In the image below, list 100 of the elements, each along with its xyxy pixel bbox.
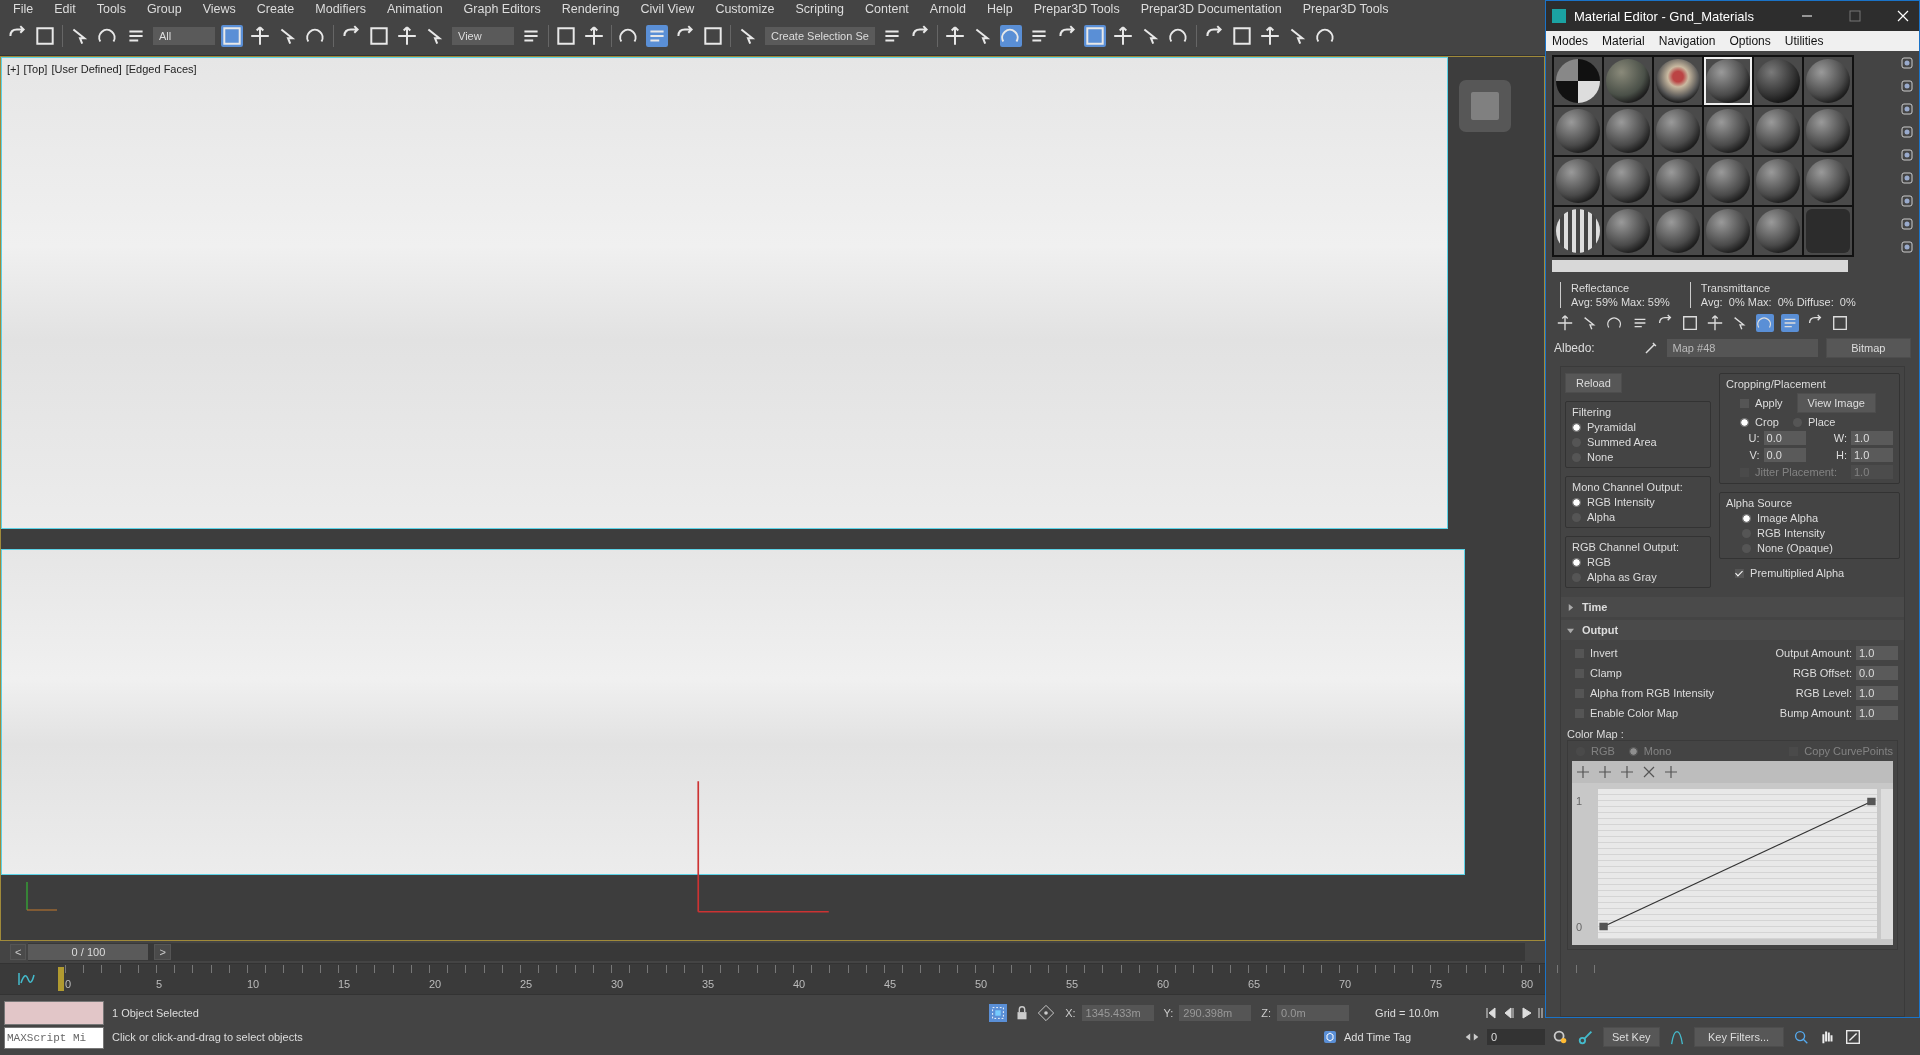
- menu-item[interactable]: Customize: [708, 1, 789, 16]
- radio-option[interactable]: Alpha: [1572, 511, 1705, 523]
- menu-item[interactable]: Material: [1602, 34, 1645, 48]
- listener-output-field[interactable]: [4, 1001, 104, 1025]
- menu-item[interactable]: Animation: [380, 1, 457, 16]
- tool-icon[interactable]: [646, 25, 668, 47]
- radio-option[interactable]: RGB: [1572, 556, 1705, 568]
- tool-icon[interactable]: [1258, 25, 1281, 47]
- sample-option-icon[interactable]: [1899, 124, 1915, 140]
- menu-item[interactable]: Tools: [89, 1, 140, 16]
- sample-option-icon[interactable]: [1899, 239, 1915, 255]
- map-type-button[interactable]: Bitmap: [1825, 338, 1911, 358]
- menu-item[interactable]: Views: [195, 1, 250, 16]
- next-frame-button[interactable]: >: [154, 944, 171, 960]
- sample-option-icon[interactable]: [1899, 193, 1915, 209]
- menu-item[interactable]: Prepar3D Documentation: [1133, 1, 1296, 16]
- spinner-field[interactable]: 1.0: [1851, 448, 1893, 462]
- tool-icon[interactable]: [1230, 25, 1253, 47]
- menu-item[interactable]: Modes: [1552, 34, 1589, 48]
- time-slider-track[interactable]: 0 / 100 >: [28, 943, 1525, 961]
- menu-item[interactable]: Arnold: [922, 1, 980, 16]
- menu-item[interactable]: File: [6, 1, 48, 16]
- material-slot[interactable]: [1654, 57, 1702, 105]
- radio-option[interactable]: Summed Area: [1572, 436, 1705, 448]
- menu-item[interactable]: Prepar3D Tools: [1026, 1, 1134, 16]
- tool-icon[interactable]: [999, 25, 1022, 47]
- maxscript-field[interactable]: MAXScript Mi: [4, 1027, 104, 1049]
- material-slot[interactable]: [1554, 207, 1602, 255]
- tool-icon[interactable]: [34, 25, 56, 47]
- radio-option[interactable]: RGB Intensity: [1726, 527, 1893, 539]
- sample-option-icon[interactable]: [1899, 78, 1915, 94]
- maximize-viewport-icon[interactable]: [1843, 1027, 1862, 1046]
- spinner-field[interactable]: 1.0: [1856, 646, 1898, 660]
- viewport-label[interactable]: [User Defined]: [51, 63, 122, 75]
- radio-option[interactable]: RGB Intensity: [1572, 496, 1705, 508]
- radio-option[interactable]: Pyramidal: [1572, 421, 1705, 433]
- rollout-header[interactable]: Output: [1561, 620, 1904, 640]
- menu-item[interactable]: Navigation: [1658, 34, 1716, 48]
- premultiplied-checkbox[interactable]: Premultiplied Alpha: [1719, 567, 1900, 579]
- spinner-field[interactable]: 1.0: [1856, 706, 1898, 720]
- viewport-label[interactable]: [+]: [7, 63, 20, 75]
- toolbar-dropdown[interactable]: View: [452, 27, 514, 45]
- rollout-header[interactable]: Time: [1561, 597, 1904, 617]
- apply-checkbox[interactable]: Apply: [1740, 397, 1783, 409]
- reload-button[interactable]: Reload: [1565, 373, 1622, 393]
- current-frame-marker[interactable]: [58, 967, 64, 991]
- tool-icon[interactable]: [1111, 25, 1134, 47]
- material-tool-icon[interactable]: [1556, 314, 1574, 332]
- radio-option[interactable]: Crop: [1740, 416, 1779, 428]
- sample-option-icon[interactable]: [1899, 101, 1915, 117]
- spinner-field[interactable]: 1.0: [1856, 686, 1898, 700]
- radio-option[interactable]: Place: [1792, 416, 1836, 428]
- sample-option-icon[interactable]: [1899, 216, 1915, 232]
- viewport-label[interactable]: [Top]: [23, 63, 48, 75]
- curve-tool-icon[interactable]: [1641, 764, 1657, 780]
- material-tool-icon[interactable]: [1706, 314, 1724, 332]
- tool-icon[interactable]: [1083, 25, 1106, 47]
- tool-icon[interactable]: [555, 25, 577, 47]
- menu-item[interactable]: Edit: [47, 1, 90, 16]
- isolate-icon[interactable]: [989, 1004, 1008, 1022]
- output-checkbox[interactable]: Enable Color Map: [1575, 706, 1776, 720]
- material-slot[interactable]: [1554, 57, 1602, 105]
- set-key-button[interactable]: Set Key: [1603, 1026, 1660, 1047]
- viewport-label[interactable]: [Edged Faces]: [125, 63, 197, 75]
- spinner-field[interactable]: 0.0: [1763, 448, 1806, 462]
- sample-option-icon[interactable]: [1899, 170, 1915, 186]
- radio-option[interactable]: None: [1572, 451, 1705, 463]
- radio-option[interactable]: None (Opaque): [1726, 542, 1893, 554]
- view-image-button[interactable]: View Image: [1796, 393, 1876, 413]
- vertical-scrollbar[interactable]: [1881, 789, 1893, 939]
- menu-item[interactable]: Create: [249, 1, 309, 16]
- horizontal-scrollbar[interactable]: [1552, 260, 1848, 272]
- current-frame-field[interactable]: 0: [1487, 1029, 1545, 1045]
- menu-item[interactable]: Group: [139, 1, 196, 16]
- key-filters-button[interactable]: Key Filters...: [1693, 1026, 1784, 1047]
- material-slot[interactable]: [1704, 57, 1752, 105]
- spinner-field[interactable]: 0.0: [1763, 431, 1806, 445]
- tool-icon[interactable]: [583, 25, 605, 47]
- viewport[interactable]: [+] [Top] [User Defined] [Edged Faces]: [0, 56, 1545, 941]
- tool-icon[interactable]: [368, 25, 390, 47]
- menu-item[interactable]: Civil View: [633, 1, 709, 16]
- menu-item[interactable]: Rendering: [554, 1, 634, 16]
- tool-icon[interactable]: [221, 25, 243, 47]
- tool-icon[interactable]: [396, 25, 418, 47]
- menu-item[interactable]: Graph Editors: [456, 1, 555, 16]
- menu-item[interactable]: Prepar3D Tools: [1295, 1, 1403, 16]
- output-checkbox[interactable]: Alpha from RGB Intensity: [1575, 686, 1776, 700]
- menu-item[interactable]: Content: [858, 1, 923, 16]
- map-name-dropdown[interactable]: Map #48: [1666, 339, 1818, 357]
- toolbar-dropdown[interactable]: Create Selection Se: [765, 27, 875, 45]
- output-checkbox[interactable]: Invert: [1575, 646, 1776, 660]
- material-tool-icon[interactable]: [1681, 314, 1699, 332]
- material-tool-icon[interactable]: [1831, 314, 1849, 332]
- menu-item[interactable]: Help: [980, 1, 1027, 16]
- time-slider-thumb[interactable]: 0 / 100: [28, 944, 149, 960]
- toolbar-dropdown[interactable]: All: [153, 27, 215, 45]
- spinner-field[interactable]: 0.0: [1856, 666, 1898, 680]
- close-icon[interactable]: [1897, 10, 1909, 22]
- menu-item[interactable]: Modifiers: [308, 1, 380, 16]
- tool-icon[interactable]: [943, 25, 966, 47]
